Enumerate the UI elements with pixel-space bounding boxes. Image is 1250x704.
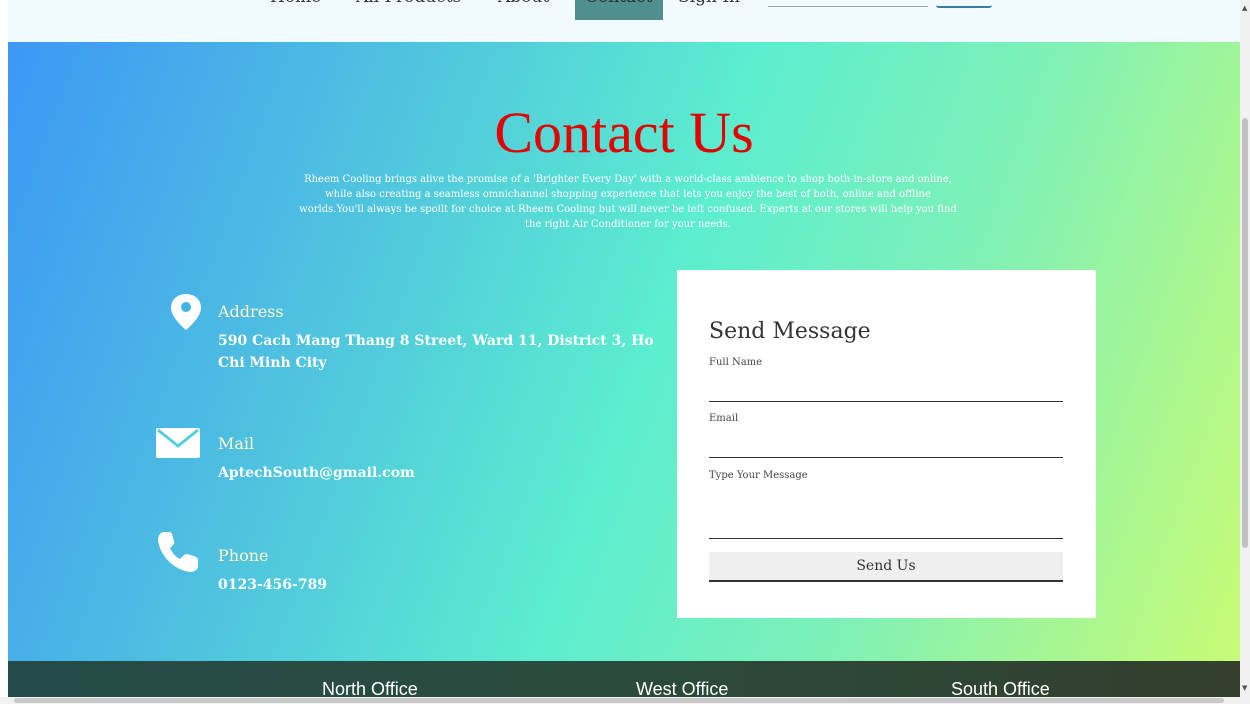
intro-line: while also creating a seamless omnichann…	[325, 189, 931, 200]
full-name-label: Full Name	[709, 357, 763, 368]
email-label: Email	[709, 413, 739, 424]
horizontal-scroll-thumb[interactable]	[14, 698, 1224, 703]
envelope-icon	[156, 428, 200, 458]
search-button[interactable]	[936, 0, 992, 8]
footer: North Office West Office South Office	[8, 661, 1240, 697]
nav-about-link[interactable]: About	[498, 0, 549, 8]
phone-value: 0123-456-789	[218, 577, 328, 593]
scroll-up-icon[interactable]: ▲	[1242, 4, 1247, 12]
contact-section: Contact Us Rheem Cooling brings alive th…	[8, 42, 1240, 661]
address-block: Address 590 Cach Mang Thang 8 Street, Wa…	[156, 290, 676, 380]
email-field[interactable]	[709, 434, 1067, 458]
intro-line: Rheem Cooling brings alive the promise o…	[304, 174, 952, 185]
nav-sign-in-link[interactable]: Sign In	[678, 0, 740, 8]
top-nav: Home All Products About Contact Sign In	[8, 0, 1240, 42]
full-name-underline	[709, 401, 1063, 402]
mail-label: Mail	[218, 434, 255, 453]
full-name-field[interactable]	[709, 378, 1067, 402]
nav-contact-link[interactable]: Contact	[575, 0, 663, 20]
vertical-scrollbar[interactable]: ▲ ▼	[1240, 0, 1250, 697]
message-label: Type Your Message	[709, 470, 808, 481]
south-office-heading: South Office	[951, 679, 1050, 697]
page-title: Contact Us	[494, 100, 754, 165]
west-office-heading: West Office	[636, 679, 729, 697]
address-label: Address	[218, 302, 284, 321]
horizontal-scrollbar[interactable]	[0, 697, 1250, 704]
location-pin-icon	[171, 294, 201, 330]
scroll-down-icon[interactable]: ▼	[1242, 684, 1247, 692]
mail-value: AptechSouth@gmail.com	[218, 465, 415, 481]
mail-block: Mail AptechSouth@gmail.com	[156, 426, 676, 486]
north-office-heading: North Office	[322, 679, 418, 697]
intro-line: the right Air Conditioner for your needs…	[525, 219, 731, 230]
search-input[interactable]	[768, 0, 928, 7]
nav-all-products-link[interactable]: All Products	[356, 0, 461, 8]
vertical-scroll-thumb[interactable]	[1242, 118, 1248, 548]
phone-icon	[158, 532, 198, 572]
nav-home-link[interactable]: Home	[270, 0, 321, 8]
email-underline	[709, 457, 1063, 458]
message-field[interactable]	[709, 492, 1067, 538]
message-underline	[709, 538, 1063, 539]
send-message-form: Send Message Full Name Email Type Your M…	[677, 270, 1096, 618]
address-value: 590 Cach Mang Thang 8 Street, Ward 11, D…	[218, 333, 654, 371]
form-title: Send Message	[709, 319, 871, 344]
send-us-button[interactable]: Send Us	[709, 552, 1063, 582]
phone-block: Phone 0123-456-789	[156, 530, 676, 600]
intro-paragraph: Rheem Cooling brings alive the promise o…	[298, 172, 958, 232]
intro-line: worlds.You'll always be spoilt for choic…	[299, 204, 957, 215]
phone-label: Phone	[218, 546, 269, 565]
